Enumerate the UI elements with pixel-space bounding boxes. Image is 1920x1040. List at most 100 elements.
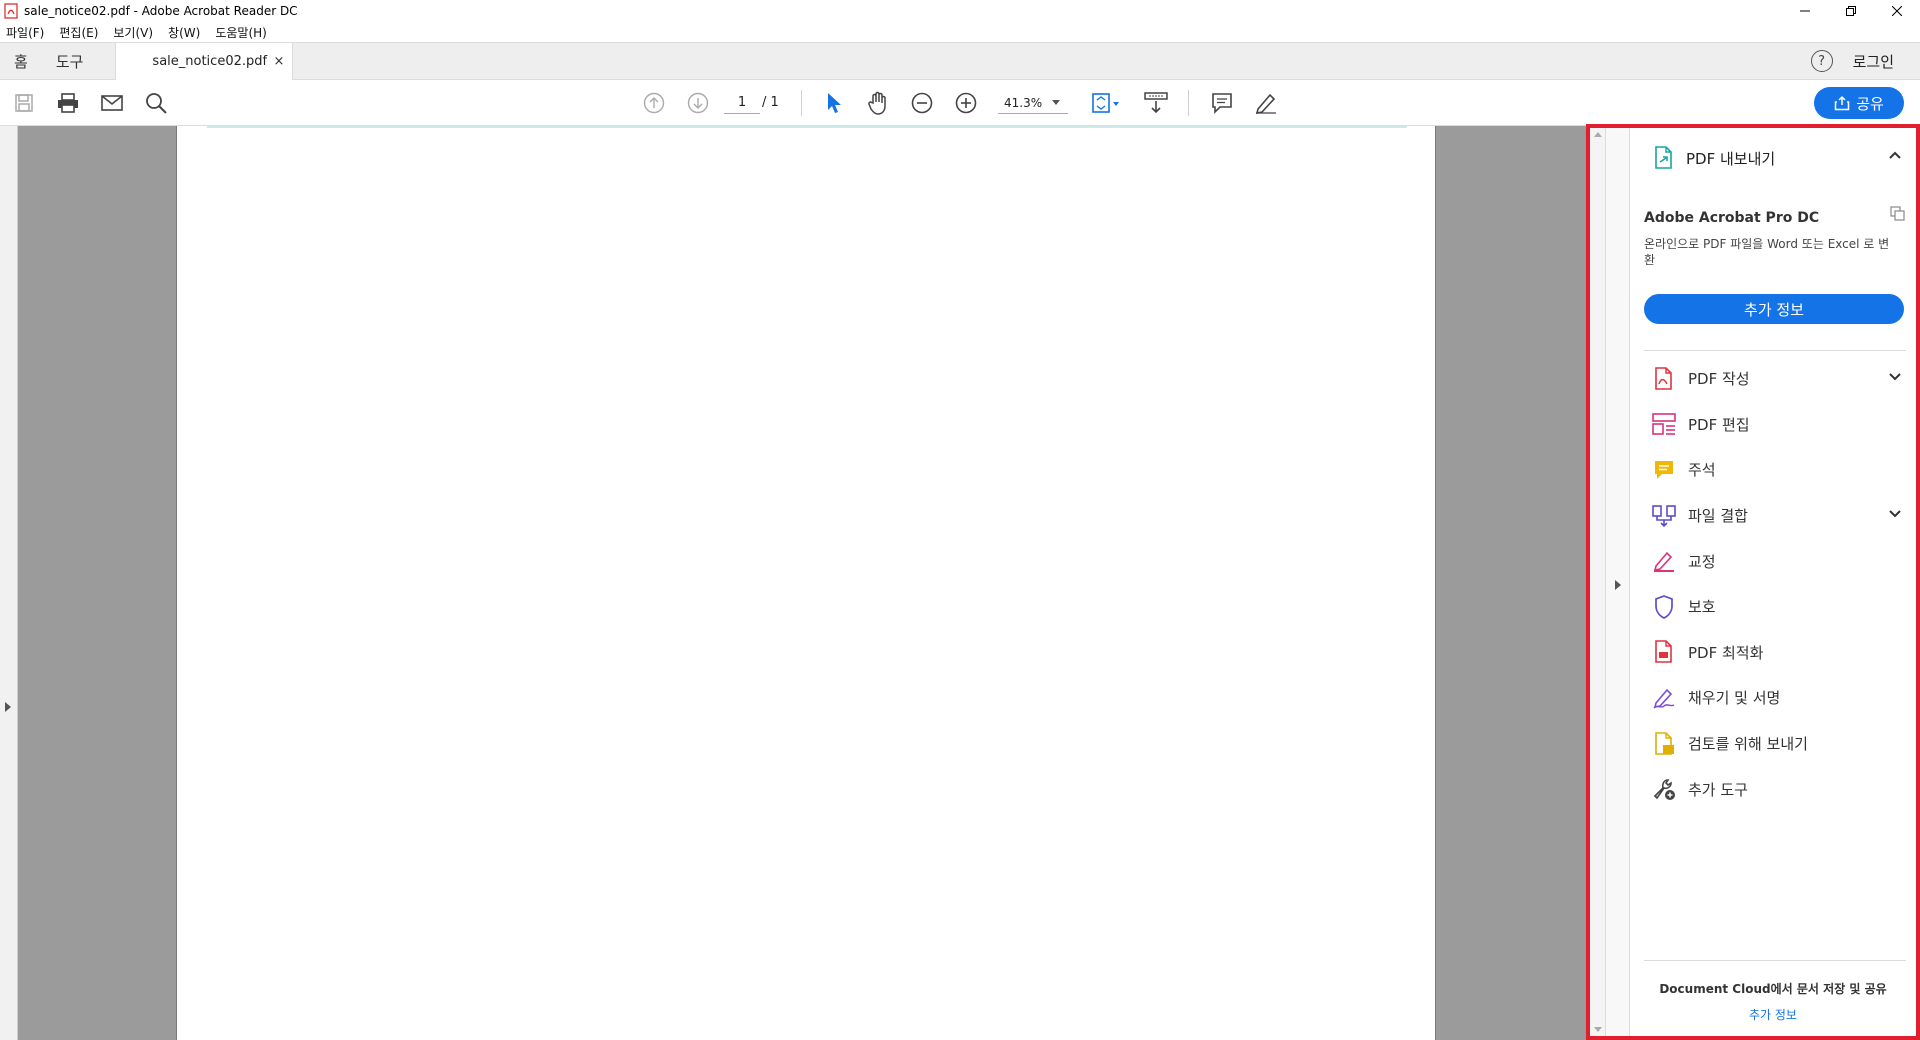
zoom-out-icon[interactable]: [910, 91, 934, 115]
window-title: sale_notice02.pdf - Adobe Acrobat Reader…: [24, 4, 298, 18]
tool-fill-sign[interactable]: 채우기 및 서명: [1630, 675, 1916, 721]
expand-arrow-icon: [5, 702, 11, 712]
fill-sign-icon: [1652, 686, 1676, 710]
pdf-page[interactable]: [176, 126, 1436, 1040]
tool-label: 채우기 및 서명: [1688, 689, 1781, 708]
tool-combine-files[interactable]: 파일 결합: [1630, 493, 1916, 539]
zoom-in-icon[interactable]: [954, 91, 978, 115]
export-pdf-header[interactable]: PDF 내보내기: [1630, 128, 1916, 188]
minimize-icon: [1800, 10, 1810, 12]
previous-page-icon[interactable]: [642, 91, 666, 115]
menu-window[interactable]: 창(W): [168, 24, 200, 41]
chevron-down-icon[interactable]: [1052, 100, 1060, 105]
page-number-input[interactable]: 1: [724, 92, 760, 114]
tools-pane-collapse[interactable]: [1606, 128, 1630, 1036]
navigation-pane-toggle[interactable]: [0, 126, 18, 1040]
tool-edit-pdf[interactable]: PDF 편집: [1630, 402, 1916, 448]
print-icon[interactable]: [56, 91, 80, 115]
tab-home[interactable]: 홈: [0, 43, 42, 79]
share-button[interactable]: 공유: [1814, 87, 1904, 119]
tab-document[interactable]: sale_notice02.pdf ×: [115, 43, 294, 80]
acrobat-app-icon: [4, 3, 18, 19]
export-pdf-label: PDF 내보내기: [1686, 149, 1776, 168]
page-total: / 1: [762, 95, 779, 110]
tool-label: 검토를 위해 보내기: [1688, 735, 1808, 754]
window-controls: [1782, 0, 1920, 22]
chevron-up-icon[interactable]: [1888, 150, 1902, 160]
promo-title: Adobe Acrobat Pro DC: [1644, 210, 1820, 226]
pane-divider: [1644, 960, 1906, 961]
tab-close-icon[interactable]: ×: [274, 54, 285, 69]
chevron-down-icon[interactable]: [1888, 372, 1902, 382]
share-icon: [1834, 95, 1850, 111]
help-icon[interactable]: ?: [1810, 50, 1833, 72]
tool-create-pdf[interactable]: PDF 작성: [1630, 356, 1916, 402]
tool-list: PDF 작성 PDF 편집 주석 파일 결합 교정 보호 PDF 최적화 채우기…: [1630, 356, 1916, 812]
tools-pane-scrollbar[interactable]: [1590, 128, 1606, 1036]
restore-icon: [1846, 6, 1856, 16]
scroll-up-icon[interactable]: [1594, 132, 1602, 137]
tools-pane: PDF 내보내기 Adobe Acrobat Pro DC 온라인으로 PDF …: [1586, 124, 1920, 1040]
toolbar-separator: [801, 90, 802, 116]
protect-icon: [1652, 594, 1676, 619]
save-icon[interactable]: [12, 91, 36, 115]
tab-bar-right: ? 로그인: [1810, 43, 1920, 79]
send-review-icon: [1652, 731, 1676, 756]
toolbar-separator: [1188, 90, 1189, 116]
create-pdf-icon: [1652, 366, 1676, 391]
toolbar: 1 / 1 41.3% 공유: [0, 80, 1920, 126]
tool-label: 파일 결합: [1688, 507, 1748, 526]
title-bar: sale_notice02.pdf - Adobe Acrobat Reader…: [0, 0, 1920, 22]
tool-comment[interactable]: 주석: [1630, 447, 1916, 493]
tab-document-label: sale_notice02.pdf: [152, 54, 268, 69]
more-tools-icon: [1652, 777, 1676, 801]
close-icon: [1892, 6, 1902, 16]
chevron-down-icon[interactable]: [1888, 509, 1902, 519]
menu-edit[interactable]: 편집(E): [59, 24, 98, 41]
optimize-pdf-icon: [1652, 640, 1676, 664]
restore-button[interactable]: [1828, 0, 1874, 22]
search-icon[interactable]: [144, 91, 168, 115]
combine-files-icon: [1652, 504, 1676, 528]
close-window-button[interactable]: [1874, 0, 1920, 22]
tool-redact[interactable]: 교정: [1630, 538, 1916, 584]
document-view[interactable]: [18, 126, 1586, 1040]
tool-optimize-pdf[interactable]: PDF 최적화: [1630, 630, 1916, 676]
promo-description: 온라인으로 PDF 파일을 Word 또는 Excel 로 변환: [1644, 237, 1890, 267]
minimize-button[interactable]: [1782, 0, 1828, 22]
tools-pane-content: PDF 내보내기 Adobe Acrobat Pro DC 온라인으로 PDF …: [1630, 128, 1916, 1036]
menu-help[interactable]: 도움말(H): [215, 24, 267, 41]
tool-more-tools[interactable]: 추가 도구: [1630, 766, 1916, 812]
pane-divider: [1644, 350, 1906, 351]
comment-tool-icon[interactable]: [1210, 91, 1234, 115]
next-page-icon[interactable]: [686, 91, 710, 115]
email-icon[interactable]: [100, 91, 124, 115]
scroll-down-icon[interactable]: [1594, 1027, 1602, 1032]
share-label: 공유: [1856, 94, 1884, 113]
redact-icon: [1652, 549, 1676, 573]
tool-send-review[interactable]: 검토를 위해 보내기: [1630, 721, 1916, 767]
edit-pdf-icon: [1652, 412, 1676, 436]
tool-label: 교정: [1688, 552, 1716, 571]
scrolling-mode-icon[interactable]: [1144, 91, 1168, 115]
highlight-pen-icon[interactable]: [1254, 91, 1278, 115]
collapse-arrow-icon: [1615, 580, 1621, 590]
tool-label: PDF 작성: [1688, 370, 1750, 389]
tool-label: PDF 최적화: [1688, 643, 1764, 662]
document-cloud-more-info-link[interactable]: 추가 정보: [1630, 1006, 1916, 1023]
document-cloud-text: Document Cloud에서 문서 저장 및 공유: [1659, 982, 1887, 996]
promo-more-info-button[interactable]: 추가 정보: [1644, 294, 1904, 324]
login-link[interactable]: 로그인: [1853, 51, 1894, 72]
comment-icon: [1652, 458, 1676, 482]
menu-file[interactable]: 파일(F): [6, 24, 44, 41]
hand-tool-icon[interactable]: [866, 91, 890, 115]
fit-page-icon[interactable]: [1090, 91, 1124, 115]
tool-label: 주석: [1688, 461, 1716, 480]
copy-icon[interactable]: [1890, 206, 1906, 222]
tool-protect[interactable]: 보호: [1630, 584, 1916, 630]
tab-tools[interactable]: 도구: [42, 43, 98, 79]
page-top-border: [207, 126, 1407, 128]
tool-label: 추가 도구: [1688, 780, 1748, 799]
menu-view[interactable]: 보기(V): [113, 24, 153, 41]
select-tool-icon[interactable]: [822, 91, 846, 115]
